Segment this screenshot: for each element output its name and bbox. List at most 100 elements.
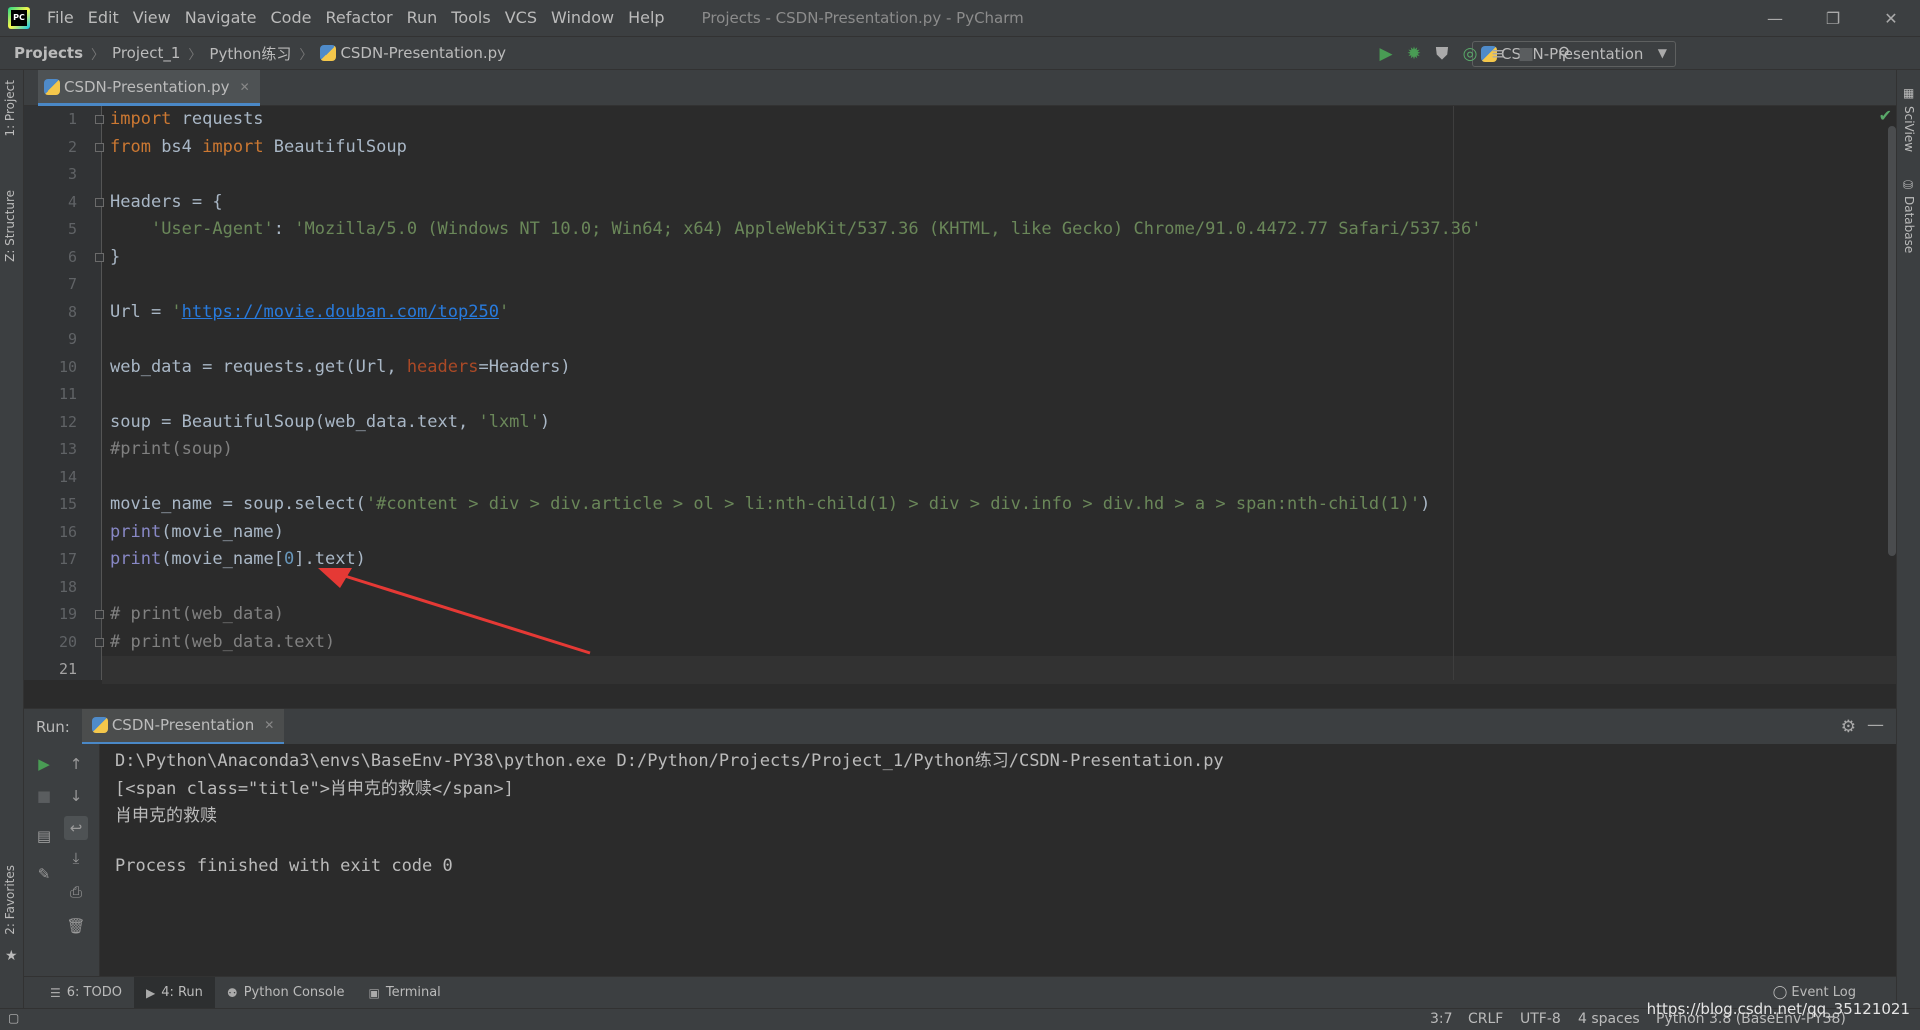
line-number: 4 (67, 192, 77, 211)
minimize-button[interactable]: — (1746, 0, 1804, 36)
code-editor[interactable]: 1 2 3 4 5 6 7 8 9 10 11 12 13 14 15 16 17 18 19 20 21 ✔ impo… (24, 106, 1896, 684)
layout-icon[interactable]: ▤ (32, 824, 56, 848)
run-toolbar: ▶ ↑ ■ ↓ ↩ ▤ ⤓ ✎ ⎙ 🗑 (24, 744, 100, 976)
breadcrumb-separator-icon: 〉 (188, 47, 202, 63)
fold-marker-icon[interactable] (95, 252, 104, 262)
breadcrumb-separator-icon: 〉 (91, 47, 105, 63)
todo-tool-tab[interactable]: ☰ 6: TODO (38, 977, 134, 1009)
terminal-tab-label: Terminal (385, 985, 441, 1000)
menu-vcs[interactable]: VCS (498, 0, 544, 36)
editor-scrollbar[interactable] (1888, 126, 1896, 556)
menu-edit[interactable]: Edit (81, 0, 126, 36)
event-log-icon: ◯ (1772, 985, 1788, 1000)
fold-marker-icon[interactable] (95, 197, 104, 207)
breadcrumb-file[interactable]: CSDN-Presentation.py (340, 44, 506, 62)
pin-icon[interactable]: ✎ (32, 862, 56, 886)
menu-help[interactable]: Help (621, 0, 671, 36)
menu-run[interactable]: Run (400, 0, 445, 36)
menu-window[interactable]: Window (544, 0, 621, 36)
run-icon[interactable]: ▶ (1376, 44, 1396, 64)
debug-icon[interactable]: ✹ (1404, 44, 1424, 64)
line-number-gutter: 1 2 3 4 5 6 7 8 9 10 11 12 13 14 15 16 17 18 19 20 21 (24, 106, 104, 680)
pycharm-logo-icon (8, 7, 30, 29)
close-button[interactable]: ✕ (1862, 0, 1920, 36)
console-line: 肖申克的救赎 (115, 806, 217, 826)
code-line-8: Url = 'https://movie.douban.com/top250' (110, 301, 510, 322)
list-icon: ☰ (50, 985, 61, 1000)
fold-marker-icon[interactable] (95, 115, 104, 124)
run-tab-csdn-presentation[interactable]: CSDN-Presentation ✕ (81, 708, 285, 745)
sciview-tool-tab[interactable]: SciView (1902, 106, 1916, 152)
favorites-tool-tab[interactable]: 2: Favorites (3, 865, 17, 935)
line-separator[interactable]: CRLF (1468, 1011, 1503, 1027)
terminal-tool-tab[interactable]: ▣ Terminal (357, 977, 453, 1009)
inspection-ok-icon: ✔ (1878, 106, 1892, 125)
stop-icon[interactable]: ■ (32, 784, 56, 808)
line-number: 3 (67, 165, 77, 183)
menu-tools[interactable]: Tools (444, 0, 497, 36)
hide-panel-icon[interactable]: — (1867, 715, 1884, 735)
code-line-2: from bs4 import BeautifulSoup (110, 136, 407, 157)
line-number: 13 (58, 440, 77, 458)
toggle-tool-windows-icon[interactable]: ▢ (8, 1011, 19, 1025)
line-number: 11 (58, 385, 77, 403)
code-line-16: print(movie_name) (110, 521, 285, 542)
trash-icon[interactable]: 🗑 (64, 914, 88, 938)
line-number: 5 (67, 220, 77, 238)
python-console-tool-tab[interactable]: ⚉ Python Console (215, 977, 357, 1009)
fold-marker-icon[interactable] (95, 610, 104, 619)
structure-tool-tab[interactable]: Z: Structure (3, 190, 17, 262)
menu-code[interactable]: Code (264, 0, 319, 36)
concurrency-icon[interactable]: ≡ (1488, 44, 1508, 64)
right-tool-strip: ▦ SciView ⛁ Database (1896, 70, 1920, 1010)
run-tab-label: 4: Run (161, 985, 203, 1000)
breadcrumb-projects[interactable]: Projects (14, 44, 83, 62)
terminal-icon: ▣ (368, 985, 380, 1000)
line-number: 7 (67, 275, 77, 293)
menu-navigate[interactable]: Navigate (178, 0, 264, 36)
close-icon[interactable]: ✕ (264, 718, 274, 732)
fold-marker-icon[interactable] (95, 142, 104, 152)
coverage-icon[interactable]: ⛊ (1432, 44, 1452, 64)
soft-wrap-icon[interactable]: ↩ (64, 816, 88, 840)
bottom-tool-tabs: ☰ 6: TODO ▶ 4: Run ⚉ Python Console ▣ Te… (24, 976, 1896, 1009)
python-icon: ⚉ (226, 985, 238, 1000)
editor-tab-label: CSDN-Presentation.py (64, 77, 230, 96)
scroll-down-icon[interactable]: ↓ (64, 784, 88, 808)
caret-position[interactable]: 3:7 (1430, 1011, 1453, 1027)
line-number: 2 (67, 137, 77, 156)
editor-tab-csdn-presentation[interactable]: CSDN-Presentation.py ✕ (38, 70, 260, 106)
menu-bar: File Edit View Navigate Code Refactor Ru… (40, 0, 672, 36)
profile-icon[interactable]: ◎ (1460, 44, 1480, 64)
project-tool-tab[interactable]: 1: Project (3, 80, 17, 137)
line-number: 15 (58, 495, 77, 513)
window-controls: — ❐ ✕ (1746, 0, 1920, 36)
scroll-to-end-icon[interactable]: ⤓ (64, 846, 88, 870)
event-log-tool-tab[interactable]: ◯ Event Log (1773, 985, 1856, 1000)
chevron-down-icon: ▼ (1657, 46, 1667, 60)
file-encoding[interactable]: UTF-8 (1520, 1011, 1561, 1027)
star-icon: ★ (5, 948, 18, 964)
database-icon: ⛁ (1903, 178, 1914, 192)
indent-setting[interactable]: 4 spaces (1578, 1011, 1640, 1027)
rerun-icon[interactable]: ▶ (32, 752, 56, 776)
database-tool-tab[interactable]: Database (1902, 196, 1916, 253)
restore-button[interactable]: ❐ (1804, 0, 1862, 36)
python-file-icon (320, 45, 337, 61)
menu-view[interactable]: View (126, 0, 178, 36)
menu-file[interactable]: File (40, 0, 81, 36)
close-icon[interactable]: ✕ (240, 80, 250, 94)
line-number: 18 (58, 577, 77, 596)
run-console[interactable]: D:\Python\Anaconda3\envs\BaseEnv-PY38\py… (100, 744, 1896, 976)
search-icon[interactable]: ⚲ (1554, 44, 1574, 64)
console-line: D:\Python\Anaconda3\envs\BaseEnv-PY38\py… (115, 751, 1224, 771)
menu-refactor[interactable]: Refactor (318, 0, 399, 36)
breadcrumb-python-folder[interactable]: Python练习 (209, 43, 291, 64)
print-icon[interactable]: ⎙ (64, 880, 88, 904)
breadcrumb-project-1[interactable]: Project_1 (112, 44, 180, 62)
settings-gear-icon[interactable]: ⚙ (1841, 717, 1856, 737)
stop-icon[interactable]: ■ (1516, 44, 1536, 64)
run-tool-tab[interactable]: ▶ 4: Run (133, 976, 215, 1009)
fold-marker-icon[interactable] (95, 637, 104, 647)
scroll-up-icon[interactable]: ↑ (64, 752, 88, 776)
